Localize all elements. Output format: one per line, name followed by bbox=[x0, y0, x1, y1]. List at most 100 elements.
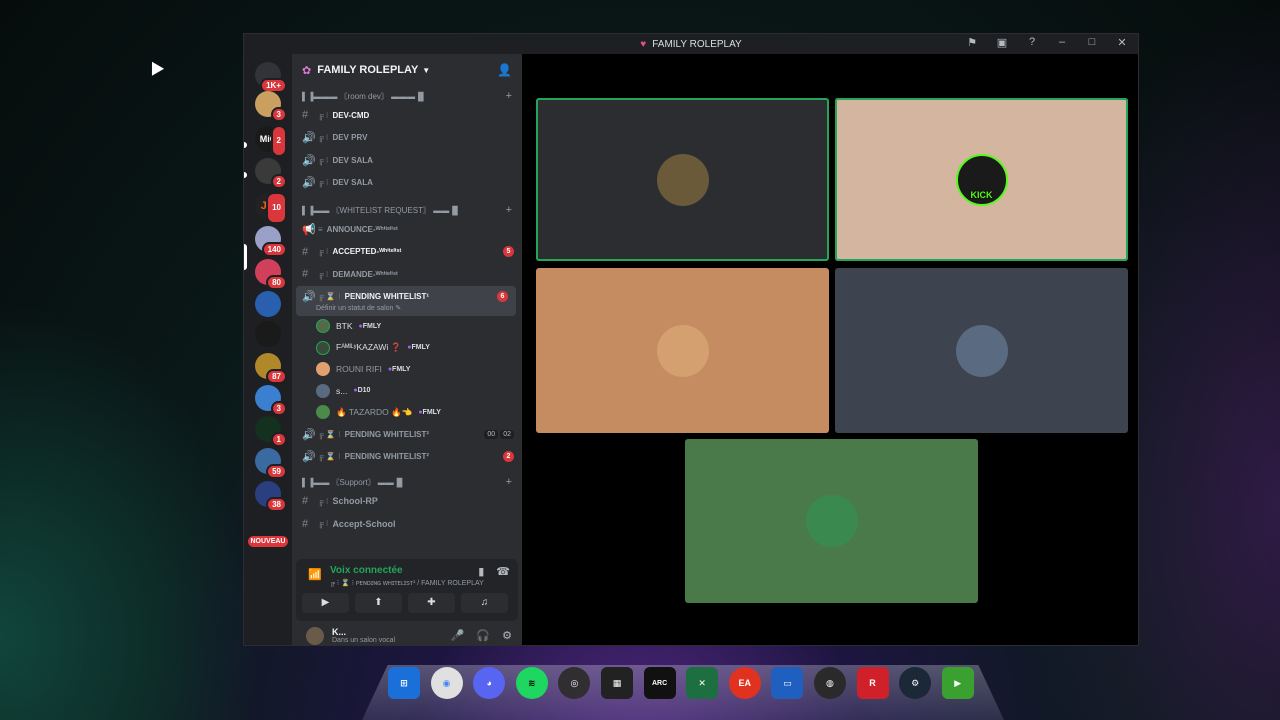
channel-dev-prv[interactable]: 🔊 ╔ ⁝ DEV PRV bbox=[292, 127, 522, 150]
noise-suppression-icon[interactable]: ▮ bbox=[478, 565, 484, 578]
camera-button[interactable]: ▶ bbox=[302, 593, 349, 613]
unread-pill bbox=[244, 172, 247, 178]
server-icon[interactable]: 80 bbox=[255, 259, 287, 290]
participant-tile[interactable]: KICK bbox=[835, 98, 1128, 261]
ea-icon[interactable]: EA bbox=[728, 667, 761, 699]
participant-tile[interactable] bbox=[536, 98, 829, 261]
unread-pill bbox=[244, 142, 247, 148]
server-icon[interactable]: 140 bbox=[255, 226, 287, 257]
background-glow bbox=[0, 300, 260, 720]
server-icon[interactable]: JG10 bbox=[255, 192, 287, 224]
inbox-icon[interactable]: ▣ bbox=[994, 36, 1010, 49]
server-icon[interactable]: 59 bbox=[255, 448, 287, 479]
voice-member[interactable]: FᴬᴹᴵᴸʸKAZAWi ❓FMLY bbox=[292, 337, 522, 359]
rockstar-icon[interactable]: R bbox=[856, 667, 889, 699]
channel-accept-school[interactable]: # ╔ ⁝ Accept-School bbox=[292, 513, 522, 536]
channel-pending-whitelist-active[interactable]: 🔊 ╔ ⌛ ⁝ PENDING WHITELIST¹ 6 Définir un sta… bbox=[296, 285, 516, 316]
avatar bbox=[316, 405, 330, 420]
disconnect-icon[interactable]: ☎ bbox=[496, 565, 510, 578]
add-channel-icon[interactable]: + bbox=[506, 90, 512, 102]
server-icon[interactable]: 3 bbox=[255, 91, 287, 122]
server-icon[interactable]: 2 bbox=[255, 158, 287, 189]
channel-dev-sala[interactable]: 🔊 ╔ ⁝ DEV SALA bbox=[292, 149, 522, 172]
selected-pill bbox=[244, 244, 247, 270]
server-header[interactable]: ✿ FAMILY ROLEPLAY ▼ 👤 bbox=[292, 54, 522, 86]
participant-tile[interactable] bbox=[835, 268, 1128, 433]
game-launcher-icon[interactable]: ▶ bbox=[941, 667, 974, 699]
spotify-icon[interactable]: ≋ bbox=[515, 667, 548, 699]
avatar bbox=[955, 324, 1008, 377]
server-icon[interactable] bbox=[255, 321, 281, 347]
server-icon[interactable]: 38 bbox=[255, 481, 287, 512]
avatar bbox=[316, 362, 330, 377]
microphone-icon[interactable]: 🎤 bbox=[451, 629, 465, 642]
voice-member[interactable]: ROUNI RIFIFMLY bbox=[292, 359, 522, 381]
avatar: KICK bbox=[955, 153, 1008, 206]
category-support[interactable]: ▌▐▬▬ 〘Support〙 ▬▬▐▌ + bbox=[292, 474, 522, 490]
minimize-icon[interactable]: – bbox=[1054, 36, 1070, 49]
windows-icon[interactable]: ⊞ bbox=[388, 667, 420, 699]
chrome-icon[interactable]: ◉ bbox=[430, 667, 463, 699]
participant-tile[interactable] bbox=[536, 268, 829, 433]
close-icon[interactable]: ✕ bbox=[1114, 36, 1130, 49]
channel-school-rp[interactable]: # ╔ ⁝ School-RP bbox=[292, 490, 522, 513]
channel-pending-whitelist[interactable]: 🔊 ╔ ⌛ ⁝ PENDING WHITELIST² 2 bbox=[292, 446, 522, 469]
megaphone-icon: 📢 bbox=[302, 223, 316, 236]
arc-raiders-icon[interactable]: ARC bbox=[643, 667, 676, 699]
msi-icon[interactable]: ▦ bbox=[600, 667, 633, 699]
avatar bbox=[805, 495, 858, 547]
invite-icon[interactable]: 👤 bbox=[497, 63, 512, 77]
headphones-icon[interactable]: 🎧 bbox=[476, 629, 490, 642]
discord-home-icon[interactable]: 1K+ bbox=[255, 62, 287, 93]
speaker-icon: 🔊 bbox=[302, 177, 316, 190]
help-icon[interactable]: ? bbox=[1024, 36, 1040, 49]
network-icon[interactable]: ▭ bbox=[771, 667, 804, 699]
new-servers-badge[interactable]: NOUVEAU bbox=[248, 536, 288, 547]
voice-member[interactable]: s...D10 bbox=[292, 380, 522, 402]
server-icon[interactable]: 1 bbox=[255, 416, 287, 447]
channel-accepted[interactable]: # ╔ ⁝ ACCEPTED-ᵂʰⁱᵗᵉˡⁱˢᵗ 5 bbox=[292, 241, 522, 264]
signal-icon[interactable]: 📶 bbox=[308, 568, 322, 581]
channel-status[interactable]: Définir un statut de salon ✎ bbox=[302, 304, 508, 312]
obs-icon[interactable]: ◎ bbox=[558, 667, 591, 699]
category-room-dev[interactable]: ▌▐▬▬▬ 〘room dev〙 ▬▬▬▐▌ + bbox=[292, 88, 522, 104]
channel-announce[interactable]: 📢 ≡ ANNOUNCE-ᵂʰⁱᵗᵉˡⁱˢᵗ bbox=[292, 218, 522, 241]
server-icon[interactable] bbox=[255, 291, 281, 317]
steam-icon[interactable]: ⚙ bbox=[899, 667, 932, 699]
discord-icon[interactable]: ◕ bbox=[473, 667, 506, 699]
channel-demande[interactable]: # ╔ ⁝ DEMANDE-ᵂʰⁱᵗᵉˡⁱˢᵗ bbox=[292, 263, 522, 286]
user-panel[interactable]: K... Dans un salon vocal 🎤 🎧 ⚙ bbox=[292, 624, 522, 645]
speaker-icon: 🔊 bbox=[302, 132, 316, 145]
gta-icon[interactable]: ◍ bbox=[813, 667, 846, 699]
flower-icon: ✿ bbox=[302, 64, 312, 77]
flag-icon[interactable]: ⚑ bbox=[964, 36, 980, 49]
channel-dev-cmd[interactable]: # ╔ ⁝ DEV-CMD bbox=[292, 104, 522, 127]
server-icon[interactable]: 87 bbox=[255, 353, 287, 384]
voice-member[interactable]: BTKFMLY bbox=[292, 316, 522, 338]
add-channel-icon[interactable]: + bbox=[506, 476, 512, 488]
participant-tile[interactable] bbox=[685, 439, 978, 603]
activities-button[interactable]: ✚ bbox=[408, 593, 455, 613]
add-channel-icon[interactable]: + bbox=[506, 204, 512, 216]
category-whitelist[interactable]: ▌▐▬▬ 〘WHITELIST REQUEST〙 ▬▬▐▌ + bbox=[292, 202, 522, 218]
chevron-down-icon: ▼ bbox=[422, 65, 431, 75]
mouse-cursor bbox=[145, 58, 165, 76]
screen-share-button[interactable]: ⬆ bbox=[355, 593, 402, 613]
server-icon[interactable]: 3 bbox=[255, 385, 287, 416]
hashtag-icon: # bbox=[302, 109, 309, 122]
excel-icon[interactable]: ✕ bbox=[686, 667, 719, 699]
maximize-icon[interactable]: □ bbox=[1084, 36, 1100, 49]
soundboard-button[interactable]: ♫ bbox=[461, 593, 508, 613]
hashtag-icon: # bbox=[302, 268, 309, 281]
channel-pending-whitelist[interactable]: 🔊 ╔ ⌛ ⁝ PENDING WHITELIST² 00 02 bbox=[292, 423, 522, 446]
voice-member[interactable]: 🔥 TAZARDO 🔥👈FMLY bbox=[292, 402, 522, 424]
channel-dev-sala[interactable]: 🔊 ╔ ⁝ DEV SALA bbox=[292, 172, 522, 195]
voice-timer: 00 02 bbox=[484, 429, 514, 439]
server-icon[interactable]: MiC 2 bbox=[255, 125, 287, 157]
speaker-icon: 🔊 bbox=[302, 154, 316, 167]
voice-active-icon: 🔊 bbox=[302, 290, 316, 303]
server-rail: 1K+ 3 MiC2 2 JG10 140 80 87 3 1 59 38 NO… bbox=[244, 54, 292, 645]
avatar bbox=[316, 340, 330, 355]
channel-sidebar: ✿ FAMILY ROLEPLAY ▼ 👤 ▌▐▬▬▬ 〘room dev〙 ▬… bbox=[292, 54, 522, 645]
settings-icon[interactable]: ⚙ bbox=[502, 629, 512, 642]
